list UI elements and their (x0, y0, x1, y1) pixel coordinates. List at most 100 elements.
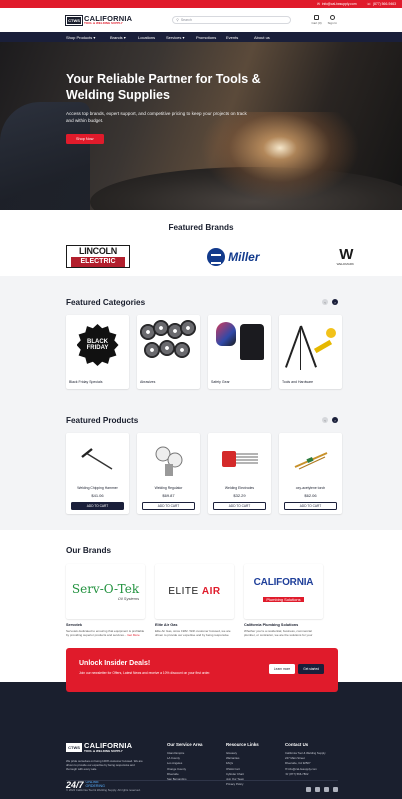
product-price: $69.87 (162, 493, 175, 498)
product-card[interactable]: Welding Chipping Hammer $41.06 ADD TO CA… (66, 433, 129, 514)
footer-logo[interactable]: CTWS CALIFORNIA TOOL & WELDING SUPPLY (65, 741, 167, 753)
brand-name: Elite Air Gas (155, 623, 178, 627)
nav-about[interactable]: About us (254, 35, 282, 40)
brand-card[interactable]: CALIFORNIA Plumbing Solutions California … (244, 564, 323, 641)
featured-categories-section: Featured Categories ‹ › BLACK FRIDAY Bla… (0, 276, 402, 402)
featured-brands-title: Featured Brands (168, 223, 234, 232)
prev-arrow-icon[interactable]: ‹ (322, 417, 328, 423)
featured-brands-section: Featured Brands LINCOLN ELECTRIC Miller … (0, 210, 402, 276)
contact-phone[interactable]: ☏ (877) 566-7802 (285, 772, 344, 777)
abrasive-discs-image (139, 320, 198, 370)
torch-image (294, 451, 327, 470)
servotek-logo: Serv-O-Tek Oil Systems (71, 582, 140, 601)
product-card[interactable]: oxy-acetylene torch $62.06 ADD TO CART (279, 433, 342, 514)
footer-description: We pride ourselves on being 100% custome… (66, 758, 143, 771)
product-card[interactable]: Welding Regulator $69.87 ADD TO CART (137, 433, 200, 514)
get-more-link[interactable]: Get More (127, 633, 140, 637)
logo-mark: CTWS (65, 14, 83, 26)
account-label: Sign In (327, 21, 337, 25)
miller-mark-icon (207, 247, 226, 266)
category-label: Safety Gear (211, 380, 230, 384)
nav-locations[interactable]: Locations (138, 35, 166, 40)
nav-promotions[interactable]: Promotions (196, 35, 226, 40)
brand-description: Servotek dedicated to ensuring that equi… (66, 629, 145, 638)
user-icon (329, 15, 335, 20)
safety-gear-image (212, 320, 268, 370)
cta-wrapper: Unlock Insider Deals! Join our newslette… (0, 638, 402, 692)
our-brands-title: Our Brands (66, 546, 112, 555)
category-label: Abrasives (140, 380, 156, 384)
miller-logo[interactable]: Miller (207, 247, 260, 266)
hero-subtitle: Access top brands, expert support, and c… (66, 111, 247, 124)
brand-name: Servotek (66, 623, 83, 627)
nav-events[interactable]: Events (226, 35, 254, 40)
lincoln-electric-logo[interactable]: LINCOLN ELECTRIC (66, 245, 130, 268)
site-logo[interactable]: CTWS CALIFORNIA TOOL & WELDING SUPPLY (65, 14, 133, 26)
featured-products-section: Featured Products ‹ › Welding Chipping H… (0, 402, 402, 530)
add-to-cart-button[interactable]: ADD TO CART (142, 502, 195, 510)
product-card[interactable]: Welding Electrodes $32.29 ADD TO CART (208, 433, 271, 514)
category-label: Black Friday Specials (69, 380, 103, 384)
learn-more-button[interactable]: Learn more (268, 664, 296, 674)
linkedin-icon[interactable] (324, 787, 329, 792)
hero-title: Your Reliable Partner for Tools & Weldin… (66, 72, 261, 102)
search-input[interactable]: ⚲ Search (172, 16, 292, 24)
hero-banner: Your Reliable Partner for Tools & Weldin… (0, 42, 402, 210)
product-price: $32.29 (233, 493, 246, 498)
category-label: Tools and Hardware (282, 380, 314, 384)
product-name: oxy-acetylene torch (295, 486, 326, 490)
search-placeholder: Search (180, 18, 192, 22)
california-plumbing-logo: CALIFORNIA Plumbing Solutions (253, 577, 314, 602)
instagram-icon[interactable] (315, 787, 320, 792)
nav-shop-products[interactable]: Shop Products ▾ (66, 35, 110, 40)
search-icon: ⚲ (176, 18, 179, 22)
featured-products-title: Featured Products (66, 416, 139, 425)
product-price: $62.06 (304, 493, 317, 498)
get-started-button[interactable]: Get started (298, 664, 324, 674)
product-name: Welding Chipping Hammer (77, 486, 118, 490)
nav-brands[interactable]: Brands ▾ (110, 35, 138, 40)
category-card[interactable]: Safety Gear (208, 315, 271, 389)
email-link[interactable]: ✉ info@cal-twsupply.com (317, 2, 357, 6)
category-card[interactable]: BLACK FRIDAY Black Friday Specials (66, 315, 129, 389)
cart-button[interactable]: Cart (0) (311, 15, 322, 25)
brand-card[interactable]: Serv-O-Tek Oil Systems Servotek Servotek … (66, 564, 145, 641)
shop-now-button[interactable]: Shop Now (66, 134, 104, 145)
our-brands-section: Our Brands Serv-O-Tek Oil Systems Servote… (0, 530, 402, 641)
add-to-cart-button[interactable]: ADD TO CART (71, 502, 124, 510)
copyright: © 2024 California Tool & Welding Supply.… (66, 787, 141, 792)
electrodes-image (221, 450, 258, 467)
next-arrow-icon[interactable]: › (332, 299, 338, 305)
featured-categories-title: Featured Categories (66, 298, 146, 307)
main-nav: Shop Products ▾ Brands ▾ Locations Servi… (0, 32, 402, 42)
chipping-hammer-image (80, 447, 112, 470)
brand-card[interactable]: ELITE AIR Elite Air Gas Elite Air Gas, s… (155, 564, 234, 641)
newsletter-cta: Unlock Insider Deals! Join our newslette… (66, 648, 338, 692)
product-name: Welding Electrodes (224, 486, 255, 490)
top-bar: ✉ info@cal-twsupply.com ☏ (877) 566-9463 (0, 0, 402, 8)
site-footer: CTWS CALIFORNIA TOOL & WELDING SUPPLY We… (0, 682, 402, 799)
cart-icon (314, 15, 320, 20)
product-name: Welding Regulator (154, 486, 183, 490)
logo-subtitle: TOOL & WELDING SUPPLY (84, 22, 133, 26)
account-button[interactable]: Sign In (328, 15, 337, 25)
nav-services[interactable]: Services ▾ (166, 35, 196, 40)
product-price: $41.06 (91, 493, 104, 498)
facebook-icon[interactable] (333, 787, 338, 792)
add-to-cart-button[interactable]: ADD TO CART (213, 502, 266, 510)
site-header: CTWS CALIFORNIA TOOL & WELDING SUPPLY ⚲ … (0, 8, 402, 32)
next-arrow-icon[interactable]: › (332, 417, 338, 423)
add-to-cart-button[interactable]: ADD TO CART (284, 502, 337, 510)
black-friday-badge: BLACK FRIDAY (76, 324, 119, 366)
prev-arrow-icon[interactable]: ‹ (322, 299, 328, 305)
page: ✉ info@cal-twsupply.com ☏ (877) 566-9463… (0, 0, 402, 799)
cart-label: Cart (0) (311, 21, 322, 25)
category-card[interactable]: Tools and Hardware (279, 315, 342, 389)
tools-image (282, 318, 340, 372)
elite-air-logo: ELITE AIR (168, 586, 221, 597)
category-card[interactable]: Abrasives (137, 315, 200, 389)
weldmark-logo[interactable]: W WELDMARK (337, 247, 354, 266)
twitter-icon[interactable] (306, 787, 311, 792)
phone-link[interactable]: ☏ (877) 566-9463 (367, 2, 396, 6)
brand-name: California Plumbing Solutions (244, 623, 299, 627)
